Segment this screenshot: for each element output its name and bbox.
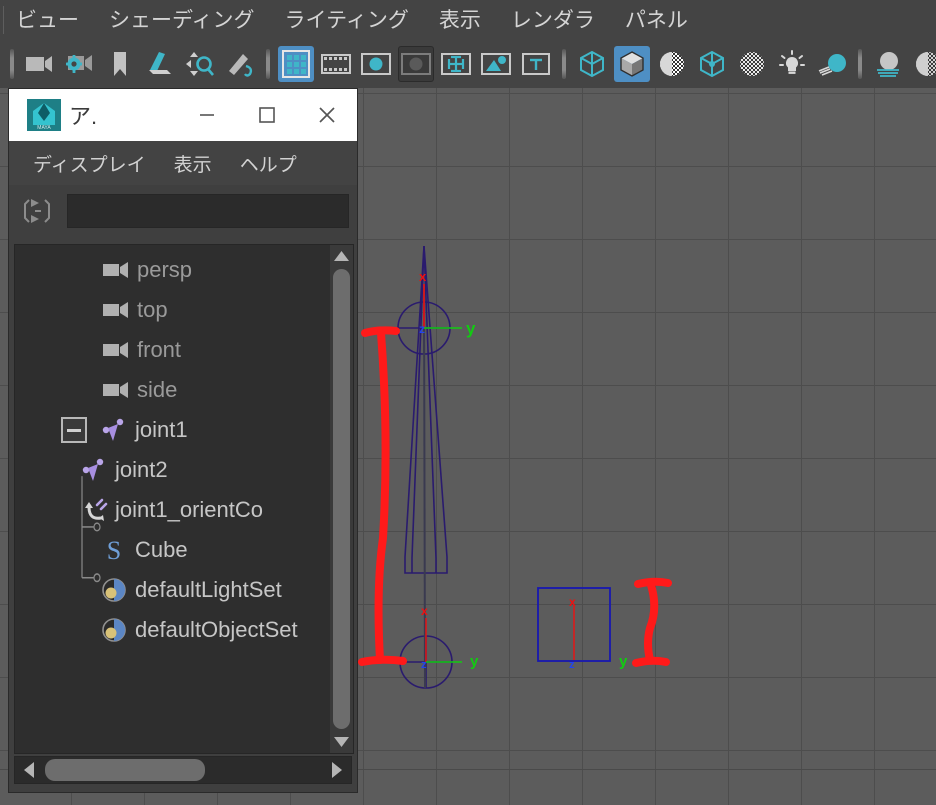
list-item[interactable]: S Cube <box>15 530 330 570</box>
list-item-label: defaultObjectSet <box>135 617 298 642</box>
list-item[interactable]: top <box>15 290 330 330</box>
outliner-titlebar[interactable]: MAYA ア. <box>9 89 357 141</box>
menubar-divider <box>3 6 4 34</box>
list-item[interactable]: defaultObjectSet <box>15 610 330 650</box>
grid-toggle-icon[interactable] <box>278 46 314 82</box>
resolution-gate-icon[interactable] <box>358 46 394 82</box>
horizontal-scroll-thumb[interactable] <box>45 759 206 781</box>
camera-node-icon <box>103 255 135 285</box>
joint-node-icon <box>101 415 133 445</box>
maximize-button[interactable] <box>237 89 297 141</box>
camera-icon[interactable] <box>22 46 58 82</box>
outliner-window: MAYA ア. ディスプレイ 表示 ヘルプ persp top front si… <box>8 88 358 793</box>
outliner-menu-help[interactable]: ヘルプ <box>240 150 297 177</box>
list-item-label: joint2 <box>115 457 168 482</box>
list-item[interactable]: persp <box>15 250 330 290</box>
toolbar-grip-3[interactable] <box>561 47 567 81</box>
horizontal-scroll-track[interactable] <box>43 757 323 783</box>
outliner-title: ア. <box>69 104 98 129</box>
screen-space-ao-icon[interactable] <box>870 46 906 82</box>
vertical-scroll-track[interactable] <box>330 267 353 731</box>
outliner-menu-display[interactable]: ディスプレイ <box>33 150 146 177</box>
smooth-shade-icon[interactable] <box>614 46 650 82</box>
viewport-menubar: ビュー シェーディング ライティング 表示 レンダラ パネル <box>0 0 936 40</box>
set-node-icon <box>101 615 133 645</box>
menu-shading[interactable]: シェーディング <box>109 10 255 31</box>
search-input[interactable] <box>67 194 349 228</box>
outliner-menu-show[interactable]: 表示 <box>174 150 212 177</box>
list-item[interactable]: joint1_orientCo <box>15 490 330 530</box>
motion-blur-icon[interactable] <box>910 46 936 82</box>
outliner-tree[interactable]: persp top front side joint1 joint2 joint… <box>14 244 354 754</box>
expand-collapse-icon[interactable] <box>19 194 59 228</box>
textures-icon[interactable] <box>734 46 770 82</box>
menu-show[interactable]: 表示 <box>439 10 481 31</box>
list-item-label: side <box>137 377 178 402</box>
minimize-button[interactable] <box>177 89 237 141</box>
maya-logo-icon: MAYA <box>27 99 61 131</box>
viewport-toolbar <box>0 40 936 88</box>
horizontal-scrollbar[interactable] <box>14 756 352 784</box>
gate-mask-icon[interactable] <box>398 46 434 82</box>
outliner-filter-row <box>9 185 357 237</box>
close-button[interactable] <box>297 89 357 141</box>
toolbar-grip-1[interactable] <box>9 47 15 81</box>
transform-node-icon: S <box>101 535 133 565</box>
wireframe-icon[interactable] <box>574 46 610 82</box>
list-item[interactable]: defaultLightSet <box>15 570 330 610</box>
image-plane-icon[interactable] <box>142 46 178 82</box>
bookmark-icon[interactable] <box>102 46 138 82</box>
paint-effects-icon[interactable] <box>222 46 258 82</box>
menu-view[interactable]: ビュー <box>16 10 79 31</box>
camera-node-icon <box>103 375 135 405</box>
joints-display-icon[interactable] <box>438 46 474 82</box>
flat-shade-icon[interactable] <box>694 46 730 82</box>
scroll-left-arrow[interactable] <box>15 757 43 783</box>
svg-text:S: S <box>107 536 121 564</box>
image-display-icon[interactable] <box>478 46 514 82</box>
camera-node-icon <box>103 295 135 325</box>
menu-panels[interactable]: パネル <box>625 10 688 31</box>
collapse-toggle-minus[interactable] <box>61 417 87 443</box>
scroll-up-arrow[interactable] <box>330 245 353 267</box>
window-controls <box>177 89 357 141</box>
list-item[interactable]: front <box>15 330 330 370</box>
list-item[interactable]: side <box>15 370 330 410</box>
film-gate-icon[interactable] <box>318 46 354 82</box>
camera-node-icon <box>103 335 135 365</box>
shaded-wireframe-icon[interactable] <box>654 46 690 82</box>
menu-renderer[interactable]: レンダラ <box>511 10 595 31</box>
zoom-tool-icon[interactable] <box>182 46 218 82</box>
list-item-label: joint1 <box>135 417 188 442</box>
toolbar-grip-4[interactable] <box>857 47 863 81</box>
list-item-label: top <box>137 297 168 322</box>
list-item-label: persp <box>137 257 193 282</box>
vertical-scrollbar[interactable] <box>330 245 353 753</box>
text-display-icon[interactable] <box>518 46 554 82</box>
set-node-icon <box>101 575 133 605</box>
maya-viewport-window: x y z x y z x y z ビュー シェーディング ライティング 表示 … <box>0 0 936 805</box>
menu-lighting[interactable]: ライティング <box>285 10 409 31</box>
scroll-down-arrow[interactable] <box>330 731 353 753</box>
outliner-menubar: ディスプレイ 表示 ヘルプ <box>9 141 357 185</box>
vertical-scroll-thumb[interactable] <box>333 269 350 729</box>
lights-icon[interactable] <box>774 46 810 82</box>
list-item-label: front <box>137 337 182 362</box>
constraint-node-icon <box>81 495 113 525</box>
toolbar-grip-2[interactable] <box>265 47 271 81</box>
list-item[interactable]: joint1 <box>15 410 330 450</box>
list-item[interactable]: joint2 <box>15 450 330 490</box>
list-item-label: joint1_orientCo <box>115 497 263 522</box>
list-item-label: Cube <box>135 537 188 562</box>
maya-logo-text: MAYA <box>37 125 51 131</box>
scroll-right-arrow[interactable] <box>323 757 351 783</box>
outliner-tree-list: persp top front side joint1 joint2 joint… <box>15 245 330 753</box>
list-item-label: defaultLightSet <box>135 577 282 602</box>
camera-settings-icon[interactable] <box>62 46 98 82</box>
shadows-icon[interactable] <box>814 46 850 82</box>
joint-node-icon <box>81 455 113 485</box>
